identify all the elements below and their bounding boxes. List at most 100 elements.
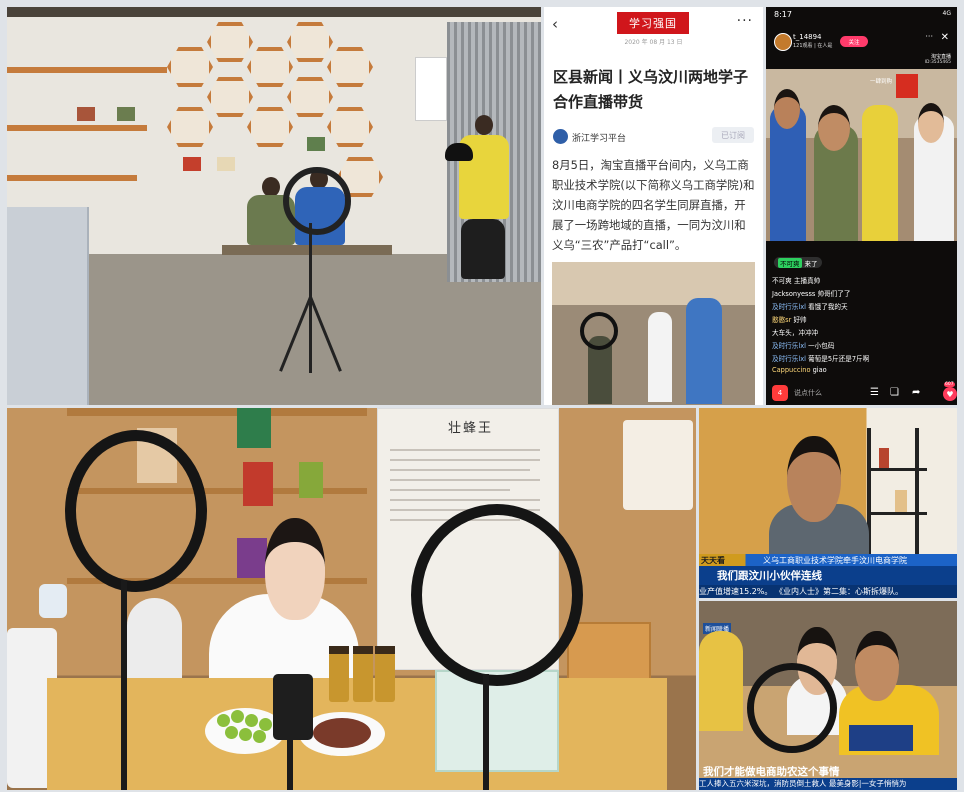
chat-text: giao (812, 366, 827, 374)
ring-light-stand (121, 580, 127, 790)
tv-ticker: 工人捧入五六米深坑，消防员倒土救人 最美身影|一女子悄悄为 (699, 778, 957, 790)
hexagon-shelf (287, 22, 333, 62)
shelf-product (299, 462, 323, 498)
lime (217, 714, 230, 727)
shop-badge[interactable] (896, 74, 918, 98)
chat-message: Jacksonyesss 帅哥们了了 (772, 290, 851, 298)
heart-icon[interactable]: ♥ (943, 387, 957, 401)
chat-user: 及时行乐lxl (772, 342, 806, 350)
hexagon-shelf (247, 47, 293, 87)
sign-text-line (390, 459, 540, 461)
platform-label: 淘宝直播 (930, 54, 951, 60)
shelf-product (183, 157, 201, 171)
lime (231, 710, 244, 723)
entry-text: 来了 (804, 259, 818, 268)
article-date: 2020 年 08 月 13 日 (624, 39, 683, 46)
entry-notice: 不可爽 来了 (774, 257, 822, 268)
student-head (262, 177, 280, 197)
hexagon-shelf (287, 77, 333, 117)
shelf-product (117, 107, 135, 121)
more-options-icon[interactable]: ··· (925, 32, 933, 41)
sign-text-line (390, 469, 530, 471)
product-box (849, 725, 913, 751)
sign-text-line (390, 489, 510, 491)
share-screen-icon[interactable]: ❏ (890, 387, 899, 398)
metal-rack (867, 468, 927, 471)
shelf-product (77, 107, 95, 121)
sichuan-pepper (313, 718, 371, 748)
status-time: 8:17 (774, 10, 792, 19)
hexagon-shelf (207, 77, 253, 117)
shelf-product (895, 490, 907, 512)
scene-tag: 一肆到购 (870, 79, 893, 85)
ring-light (747, 663, 837, 753)
shelf-product (307, 137, 325, 151)
hexagon-shelf (207, 22, 253, 62)
student-face (855, 631, 899, 701)
article-photo (552, 262, 755, 405)
sign-text-line (390, 449, 540, 451)
host-avatar[interactable] (774, 33, 792, 51)
chat-message: Cappuccino giao (772, 366, 827, 374)
shelf-product (237, 408, 271, 448)
wall-poster (415, 57, 447, 121)
student-yellow-left (699, 631, 743, 731)
wooden-shelf (7, 175, 137, 181)
hexagon-shelf (327, 107, 373, 147)
interviewee-face (787, 436, 841, 522)
live-stream-screen: 8:17 4G t_14894 121观看 | 在人是 关注 ··· ✕ 淘宝直… (766, 7, 957, 405)
phone-stand (287, 740, 293, 790)
lime (245, 714, 258, 727)
streamer-face (818, 105, 850, 151)
chat-text: 葡萄是5斤还是7斤啊 (808, 355, 870, 363)
chat-text: 看饿了我的天 (808, 303, 848, 311)
status-signal: 4G (942, 10, 951, 17)
host-name[interactable]: t_14894 (793, 33, 822, 41)
hexagon-shelf (327, 47, 373, 87)
student-figure (648, 312, 672, 402)
lime (253, 730, 266, 743)
close-icon[interactable]: ✕ (941, 32, 949, 43)
sign-text-line (390, 499, 540, 501)
lime (239, 728, 252, 741)
streamer-face (774, 89, 800, 129)
shelf-product (237, 538, 267, 578)
entry-user: 不可爽 (778, 257, 802, 268)
cameraman-head (475, 115, 493, 135)
honey-jar (375, 652, 395, 702)
metal-rack (867, 512, 927, 515)
streamer-figure (862, 105, 898, 241)
tv-headline-text: 义乌工商职业技术学院牵手汶川电商学院 (763, 556, 907, 565)
stream-table (222, 245, 392, 255)
ring-light-stand (483, 674, 489, 790)
menu-icon[interactable]: ☰ (870, 387, 879, 398)
honey-jar (329, 652, 349, 702)
article-source[interactable]: 浙江学习平台 (572, 131, 626, 144)
ring-light (65, 430, 207, 592)
shopping-bag-icon[interactable]: 4 (772, 385, 788, 401)
more-options-icon[interactable]: ··· (737, 13, 753, 29)
chat-message: 及时行乐lxl 看饿了我的天 (772, 301, 848, 311)
video-camera (445, 143, 473, 161)
wooden-shelf (7, 67, 167, 73)
subscribed-button[interactable]: 已订阅 (712, 127, 754, 143)
tripod-leg (279, 296, 312, 372)
forward-icon[interactable]: ➦ (912, 387, 920, 398)
tripod-leg (309, 296, 342, 372)
chat-message: 大车头，冲冲冲 (772, 329, 819, 337)
chevron-left-icon[interactable]: ‹ (552, 15, 558, 33)
lime (259, 718, 272, 731)
live-video (766, 69, 957, 241)
article-header: ‹ 学习强国 ··· 2020 年 08 月 13 日 (544, 7, 763, 49)
source-avatar-icon (553, 129, 568, 144)
ring-light (283, 167, 351, 235)
service-counter (7, 207, 89, 405)
follow-button[interactable]: 关注 (840, 36, 868, 47)
shelf-product (879, 448, 889, 468)
portrait-frame (623, 420, 693, 510)
hexagon-shelf (167, 107, 213, 147)
studio-photo (7, 7, 541, 405)
comment-input[interactable]: 说点什么 (794, 388, 822, 398)
presenter-face (265, 518, 325, 620)
article-body: 8月5日，淘宝直播平台间内，义乌工商职业技术学院(以下简称义乌工商学院)和汶川电… (552, 158, 755, 252)
